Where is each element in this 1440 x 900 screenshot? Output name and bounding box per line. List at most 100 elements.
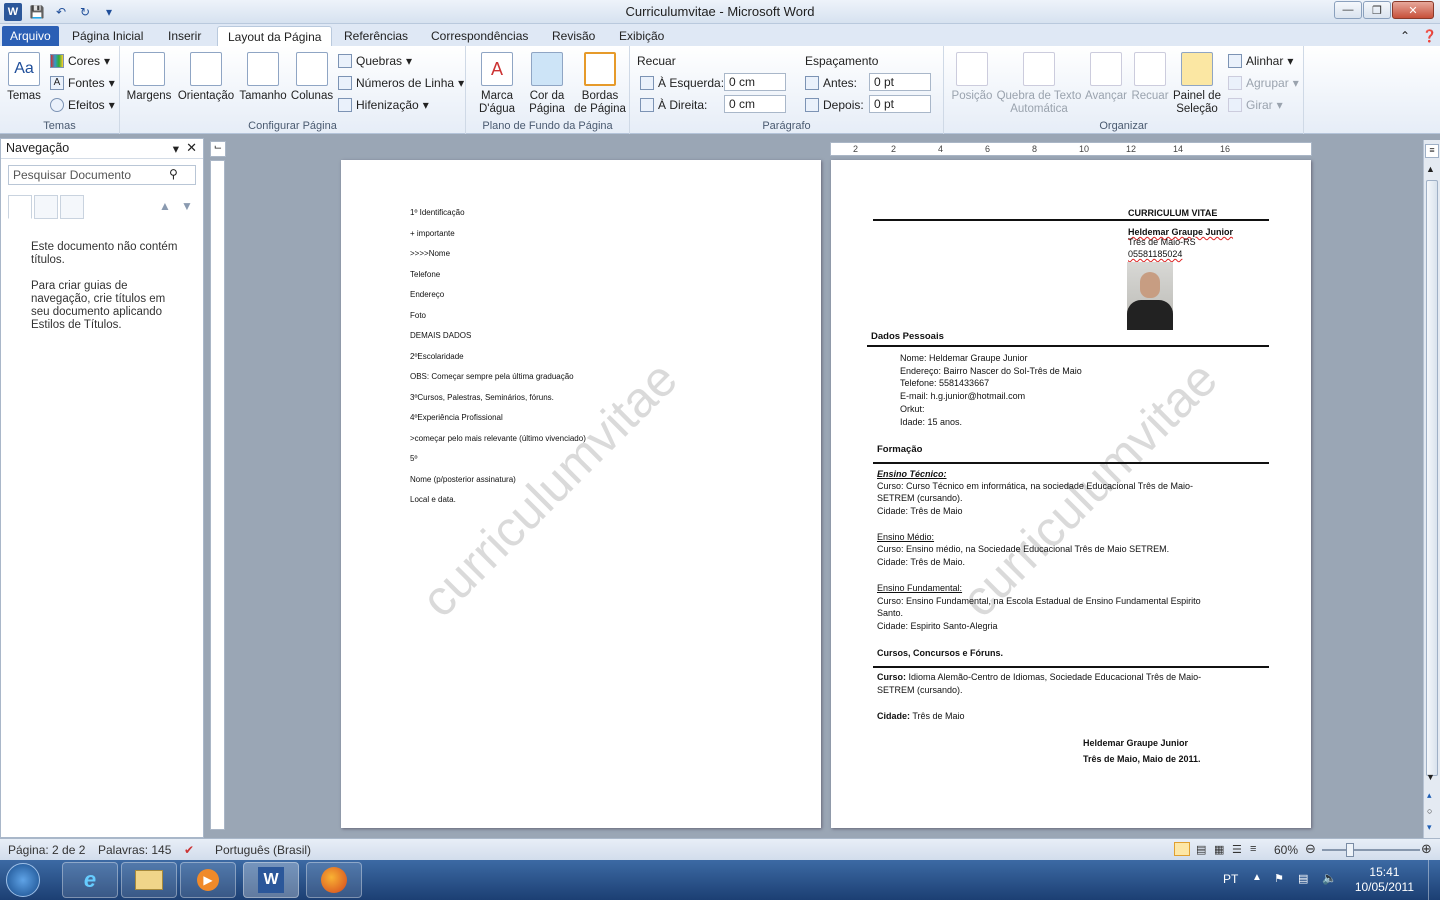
- prev-page-icon[interactable]: ▴: [1427, 790, 1432, 801]
- cursos-curso-value: Idioma Alemão-Centro de Idiomas, Socieda…: [906, 672, 1202, 682]
- word-count[interactable]: Palavras: 145: [98, 843, 171, 857]
- volume-icon[interactable]: 🔈: [1322, 871, 1337, 885]
- vertical-ruler[interactable]: [210, 160, 225, 830]
- tab-selector-icon[interactable]: ⌙: [210, 141, 226, 157]
- orientation-icon: [190, 52, 222, 86]
- outline-icon[interactable]: ☰: [1232, 843, 1242, 856]
- painel-selecao-button[interactable]: Painel de Seleção: [1172, 52, 1222, 116]
- nav-results-tab[interactable]: [60, 195, 84, 219]
- page-borders-icon: [584, 52, 616, 86]
- scroll-up-icon[interactable]: ▲: [1426, 164, 1435, 174]
- tab-exibicao[interactable]: Exibição: [609, 26, 674, 46]
- show-hidden-icons-icon[interactable]: ▲: [1252, 872, 1262, 883]
- internet-explorer-icon[interactable]: e: [62, 862, 118, 898]
- espaco-depois-input[interactable]: 0 pt: [869, 95, 931, 113]
- avancar-button[interactable]: Avançar: [1084, 52, 1128, 103]
- margens-button[interactable]: Margens: [126, 52, 172, 103]
- tab-pagina-inicial[interactable]: Página Inicial: [62, 26, 153, 46]
- nav-next-icon[interactable]: ▼: [181, 199, 193, 213]
- media-player-icon[interactable]: ▶: [180, 862, 236, 898]
- bordas-pagina-button[interactable]: Bordas de Página: [572, 52, 628, 116]
- file-explorer-icon[interactable]: [121, 862, 177, 898]
- clock[interactable]: 15:41 10/05/2011: [1355, 865, 1414, 895]
- browse-object-icon[interactable]: ○: [1427, 806, 1432, 816]
- tab-inserir[interactable]: Inserir: [158, 26, 211, 46]
- tab-referencias[interactable]: Referências: [334, 26, 418, 46]
- help-icon[interactable]: ❓: [1418, 26, 1440, 46]
- orientacao-button[interactable]: Orientação: [176, 52, 236, 103]
- tab-correspondencias[interactable]: Correspondências: [421, 26, 538, 46]
- fontes-button[interactable]: A Fontes ▾: [50, 74, 115, 92]
- page-count[interactable]: Página: 2 de 2: [8, 843, 85, 857]
- full-screen-reading-icon[interactable]: ▤: [1196, 843, 1206, 856]
- maximize-button[interactable]: ❐: [1363, 1, 1391, 19]
- efeitos-button[interactable]: Efeitos ▾: [50, 96, 115, 114]
- hifenizacao-button[interactable]: Hifenização ▾: [338, 96, 429, 114]
- divider: [873, 219, 1269, 221]
- horizontal-ruler[interactable]: 2 2 4 6 8 10 12 14 16: [830, 142, 1312, 156]
- zoom-in-icon[interactable]: ⊕: [1421, 841, 1432, 857]
- minimize-button[interactable]: —: [1334, 1, 1362, 19]
- zoom-slider-thumb[interactable]: [1346, 843, 1354, 857]
- alinhar-button[interactable]: Alinhar ▾: [1228, 52, 1293, 70]
- status-bar: Página: 2 de 2 Palavras: 145 ✔ Português…: [0, 838, 1440, 860]
- breaks-icon: [338, 54, 352, 68]
- tab-layout-da-pagina[interactable]: Layout da Página: [217, 26, 333, 46]
- posicao-button[interactable]: Posição: [950, 52, 994, 103]
- scroll-down-icon[interactable]: ▼: [1426, 772, 1435, 782]
- close-button[interactable]: ✕: [1392, 1, 1434, 19]
- antes-label: Antes:: [823, 76, 858, 90]
- web-layout-icon[interactable]: ▦: [1214, 843, 1224, 856]
- agrupar-button[interactable]: Agrupar ▾: [1228, 74, 1299, 92]
- quebra-texto-button[interactable]: Quebra de Texto Automática: [994, 52, 1084, 116]
- network-icon[interactable]: ▤: [1298, 872, 1308, 885]
- cores-button[interactable]: Cores ▾: [50, 52, 110, 70]
- start-button-icon[interactable]: [6, 863, 40, 897]
- divider: [867, 345, 1269, 347]
- recuo-direita-input[interactable]: 0 cm: [724, 95, 786, 113]
- marca-dagua-button[interactable]: A Marca D'água: [472, 52, 522, 116]
- colunas-button[interactable]: Colunas: [290, 52, 334, 103]
- nav-menu-icon[interactable]: ▾: [173, 141, 179, 156]
- search-icon[interactable]: ⚲: [169, 167, 178, 181]
- temas-button[interactable]: Aa Temas: [4, 52, 44, 103]
- input-language[interactable]: PT: [1223, 872, 1238, 886]
- nav-headings-tab[interactable]: [8, 195, 32, 219]
- zoom-out-icon[interactable]: ⊖: [1305, 841, 1316, 857]
- minimize-ribbon-icon[interactable]: ⌃: [1396, 26, 1414, 46]
- zoom-level[interactable]: 60%: [1274, 843, 1298, 857]
- show-desktop-button[interactable]: [1428, 860, 1440, 900]
- vertical-scrollbar[interactable]: ≡ ▲ ▼ ▴ ○ ▾: [1423, 140, 1440, 838]
- espaco-antes-input[interactable]: 0 pt: [869, 73, 931, 91]
- page1-line: >>>>Nome: [410, 249, 451, 258]
- recuo-esquerda-input[interactable]: 0 cm: [724, 73, 786, 91]
- quebras-button[interactable]: Quebras ▾: [338, 52, 412, 70]
- firefox-icon[interactable]: [306, 862, 362, 898]
- nav-search-input[interactable]: Pesquisar Documento: [8, 165, 196, 185]
- cor-pagina-button[interactable]: Cor da Página: [522, 52, 572, 116]
- action-center-icon[interactable]: ⚑: [1274, 872, 1284, 885]
- cursos-curso-label: Curso:: [877, 672, 906, 682]
- nav-prev-icon[interactable]: ▲: [159, 199, 171, 213]
- temas-label: Temas: [7, 90, 41, 102]
- print-layout-icon[interactable]: [1174, 842, 1190, 856]
- esq-label: À Esquerda:: [658, 76, 725, 90]
- zoom-slider[interactable]: [1322, 843, 1420, 857]
- nav-pages-tab[interactable]: [34, 195, 58, 219]
- tab-arquivo[interactable]: Arquivo: [2, 26, 59, 46]
- draft-icon[interactable]: ≡: [1250, 843, 1256, 855]
- numeros-linha-button[interactable]: Números de Linha ▾: [338, 74, 464, 92]
- girar-button[interactable]: Girar ▾: [1228, 96, 1283, 114]
- next-page-icon[interactable]: ▾: [1427, 822, 1432, 833]
- tab-revisao[interactable]: Revisão: [542, 26, 605, 46]
- proofing-icon[interactable]: ✔: [184, 843, 194, 857]
- language[interactable]: Português (Brasil): [215, 843, 311, 857]
- word-taskbar-icon[interactable]: W: [243, 862, 299, 898]
- tamanho-button[interactable]: Tamanho: [238, 52, 288, 103]
- recuar-button[interactable]: Recuar: [1128, 52, 1172, 103]
- nav-close-icon[interactable]: ✕: [186, 140, 197, 156]
- view-ruler-icon[interactable]: ≡: [1425, 144, 1439, 158]
- document-page-1[interactable]: curriculumvitae 1º Identificação + import…: [341, 160, 821, 828]
- scroll-thumb[interactable]: [1426, 180, 1438, 776]
- document-page-2[interactable]: curriculumvitae CURRICULUM VITAE Heldema…: [831, 160, 1311, 828]
